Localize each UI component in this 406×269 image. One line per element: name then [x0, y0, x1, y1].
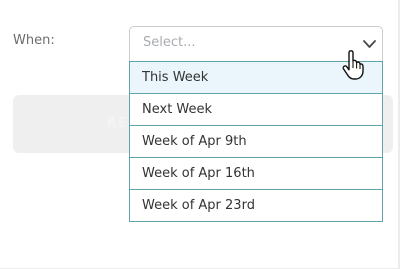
schedule-form: When: RE Select... This Week Next Week W… [0, 0, 406, 269]
select-placeholder: Select... [143, 35, 196, 50]
when-label: When: [13, 33, 55, 48]
panel-right-edge [398, 0, 400, 269]
when-select[interactable]: Select... [129, 26, 383, 61]
option-next-week[interactable]: Next Week [130, 93, 382, 125]
option-week-of-apr-9th[interactable]: Week of Apr 9th [130, 125, 382, 157]
option-this-week[interactable]: This Week [130, 62, 382, 93]
submit-button-label: RE [107, 116, 128, 131]
chevron-down-icon[interactable] [363, 39, 376, 49]
option-week-of-apr-16th[interactable]: Week of Apr 16th [130, 157, 382, 189]
option-week-of-apr-23rd[interactable]: Week of Apr 23rd [130, 189, 382, 221]
when-dropdown-menu: This Week Next Week Week of Apr 9th Week… [129, 61, 383, 222]
